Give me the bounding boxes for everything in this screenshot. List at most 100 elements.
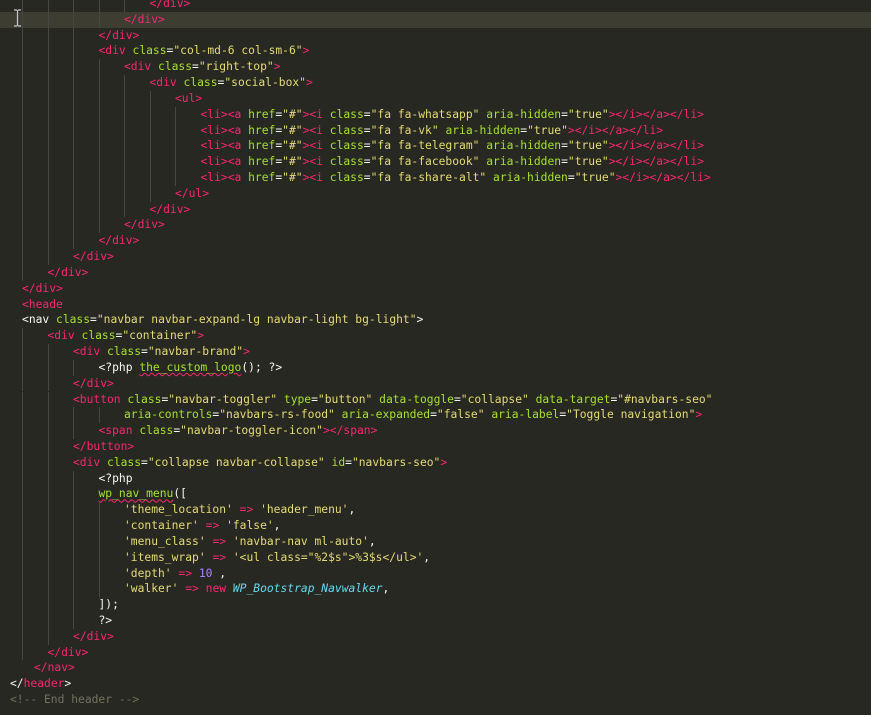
indent-guide (124, 201, 125, 218)
code-line[interactable]: <nav class="navbar navbar-expand-lg navb… (0, 312, 871, 328)
code-line[interactable]: <li><a href="#"><i class="fa fa-whatsapp… (0, 106, 871, 123)
code-line[interactable]: </div> (0, 27, 871, 44)
code-line[interactable]: </button> (0, 438, 871, 455)
token-attr: aria-hidden (493, 171, 568, 185)
token-str: "col-md-6 col-sm-6" (173, 44, 303, 58)
code-line[interactable]: ]); (0, 597, 871, 613)
code-line[interactable]: </div> (0, 201, 871, 218)
code-line[interactable]: </div> (0, 217, 871, 234)
token-tag: ><i (302, 107, 323, 121)
indent-guide (47, 581, 49, 598)
code-line[interactable]: <div class="col-md-6 col-sm-6"> (0, 43, 871, 60)
token-tag: </div> (149, 0, 191, 10)
code-line[interactable]: </div> (0, 628, 871, 645)
code-text: </div> (48, 265, 89, 281)
code-line[interactable]: 'depth' => 10 , (0, 565, 871, 582)
indent-guide (124, 90, 125, 107)
code-line[interactable]: <heade (0, 297, 871, 313)
code-text: 'walker' => new WP_Bootstrap_Navwalker, (124, 581, 389, 597)
code-line[interactable]: <li><a href="#"><i class="fa fa-facebook… (0, 154, 871, 170)
token-attr: aria-label (491, 408, 560, 422)
token-attr: href (248, 139, 276, 153)
token-str: 'false' (226, 519, 274, 533)
code-line[interactable]: </header> (0, 676, 871, 692)
code-line[interactable]: <li><a href="#"><i class="fa fa-telegram… (0, 138, 871, 155)
code-line[interactable]: </div> (0, 249, 871, 265)
code-text: <nav class="navbar navbar-expand-lg navb… (22, 312, 423, 328)
code-line[interactable]: </div> (0, 644, 871, 661)
token-tag: <div (73, 455, 101, 469)
indent-guide (22, 201, 23, 218)
code-line[interactable]: <div class="navbar-brand"> (0, 344, 871, 360)
code-line[interactable]: 'theme_location' => 'header_menu', (0, 502, 871, 519)
code-line[interactable]: </div> (0, 233, 871, 250)
code-text: <div class="social-box"> (150, 75, 313, 91)
token-plain: < (22, 313, 29, 327)
code-line[interactable]: <button class="navbar-toggler" type="but… (0, 391, 871, 408)
code-line[interactable]: 'container' => 'false', (0, 518, 871, 534)
code-line[interactable]: <span class="navbar-toggler-icon"></span… (0, 423, 871, 439)
code-line[interactable]: </nav> (0, 660, 871, 676)
code-line[interactable]: <?php (0, 470, 871, 487)
indent-guide (73, 90, 74, 107)
indent-guide (47, 612, 49, 629)
token-attr: class (56, 313, 91, 327)
token-plain: = (561, 107, 568, 121)
indent-guide (73, 470, 74, 487)
token-attr: class (81, 329, 116, 343)
token-attr: class (132, 44, 167, 58)
code-text: <div class="col-md-6 col-sm-6"> (99, 43, 310, 59)
indent-guide (73, 217, 74, 234)
code-line[interactable]: ?> (0, 612, 871, 629)
code-line[interactable]: </div> (0, 0, 871, 12)
code-line[interactable]: 'walker' => new WP_Bootstrap_Navwalker, (0, 581, 871, 598)
token-tag: ></i></a></li> (567, 123, 664, 137)
code-line[interactable]: </div> (0, 264, 871, 281)
code-line[interactable]: <?php the_custom_logo(); ?> (0, 359, 871, 376)
code-line[interactable]: <div class="collapse navbar-collapse" id… (0, 454, 871, 471)
code-line[interactable]: <!-- End header --> (0, 692, 871, 708)
code-line[interactable]: aria-controls = "navbars-rs-food" aria-exp… (0, 407, 871, 424)
token-tag: <li><a (200, 171, 242, 185)
indent-guide (98, 154, 100, 170)
code-line[interactable]: <div class="social-box"> (0, 75, 871, 91)
code-text: <li><a href="#"><i class="fa fa-share-al… (201, 170, 711, 186)
code-line[interactable]: 'menu_class' => 'navbar-nav ml-auto', (0, 533, 871, 550)
indent-guide (47, 359, 49, 376)
code-editor[interactable]: </div> </div> </div> <div class="col-md-6 c… (0, 0, 871, 715)
indent-guide (47, 249, 49, 265)
code-line[interactable]: <div class="right-top"> (0, 59, 871, 76)
code-text: </div> (150, 202, 191, 218)
indent-guide (22, 359, 23, 376)
indent-guide (22, 518, 23, 534)
code-line[interactable]: <ul> (0, 90, 871, 107)
token-str: "navbar-brand" (147, 345, 244, 359)
indent-guide (22, 328, 23, 345)
code-line[interactable]: <li><a href="#"><i class="fa fa-vk" aria… (0, 122, 871, 139)
indent-guide (98, 533, 100, 550)
code-text: <!-- End header --> (10, 692, 139, 708)
token-str: "navbar-toggler" (168, 392, 278, 406)
indent-guide (47, 549, 49, 566)
code-line[interactable]: </div> (0, 281, 871, 297)
indent-guide (73, 518, 74, 534)
code-line[interactable]: <li><a href="#"><i class="fa fa-share-al… (0, 170, 871, 186)
code-line[interactable]: </div> (0, 11, 871, 28)
token-tag: <li><a (200, 139, 242, 153)
code-line[interactable]: </ul> (0, 185, 871, 202)
indent-guide (73, 154, 74, 170)
token-str: "navbar navbar-expand-lg navbar-light bg… (96, 313, 417, 327)
code-text: <button class="navbar-toggler" type="but… (73, 392, 712, 408)
indent-guide (73, 597, 74, 613)
token-plain: = (363, 155, 371, 169)
indent-guide (98, 59, 100, 76)
code-line[interactable]: 'items_wrap' => '<ul class="%2$s">%3$s</… (0, 549, 871, 566)
code-line[interactable]: wp_nav_menu([ (0, 486, 871, 503)
indent-guide (22, 264, 23, 281)
code-line[interactable]: <div class="container"> (0, 328, 871, 345)
code-line[interactable]: </div> (0, 375, 871, 392)
token-str: "navbars-seo" (351, 455, 441, 469)
token-str: "fa fa-vk" (370, 123, 439, 137)
